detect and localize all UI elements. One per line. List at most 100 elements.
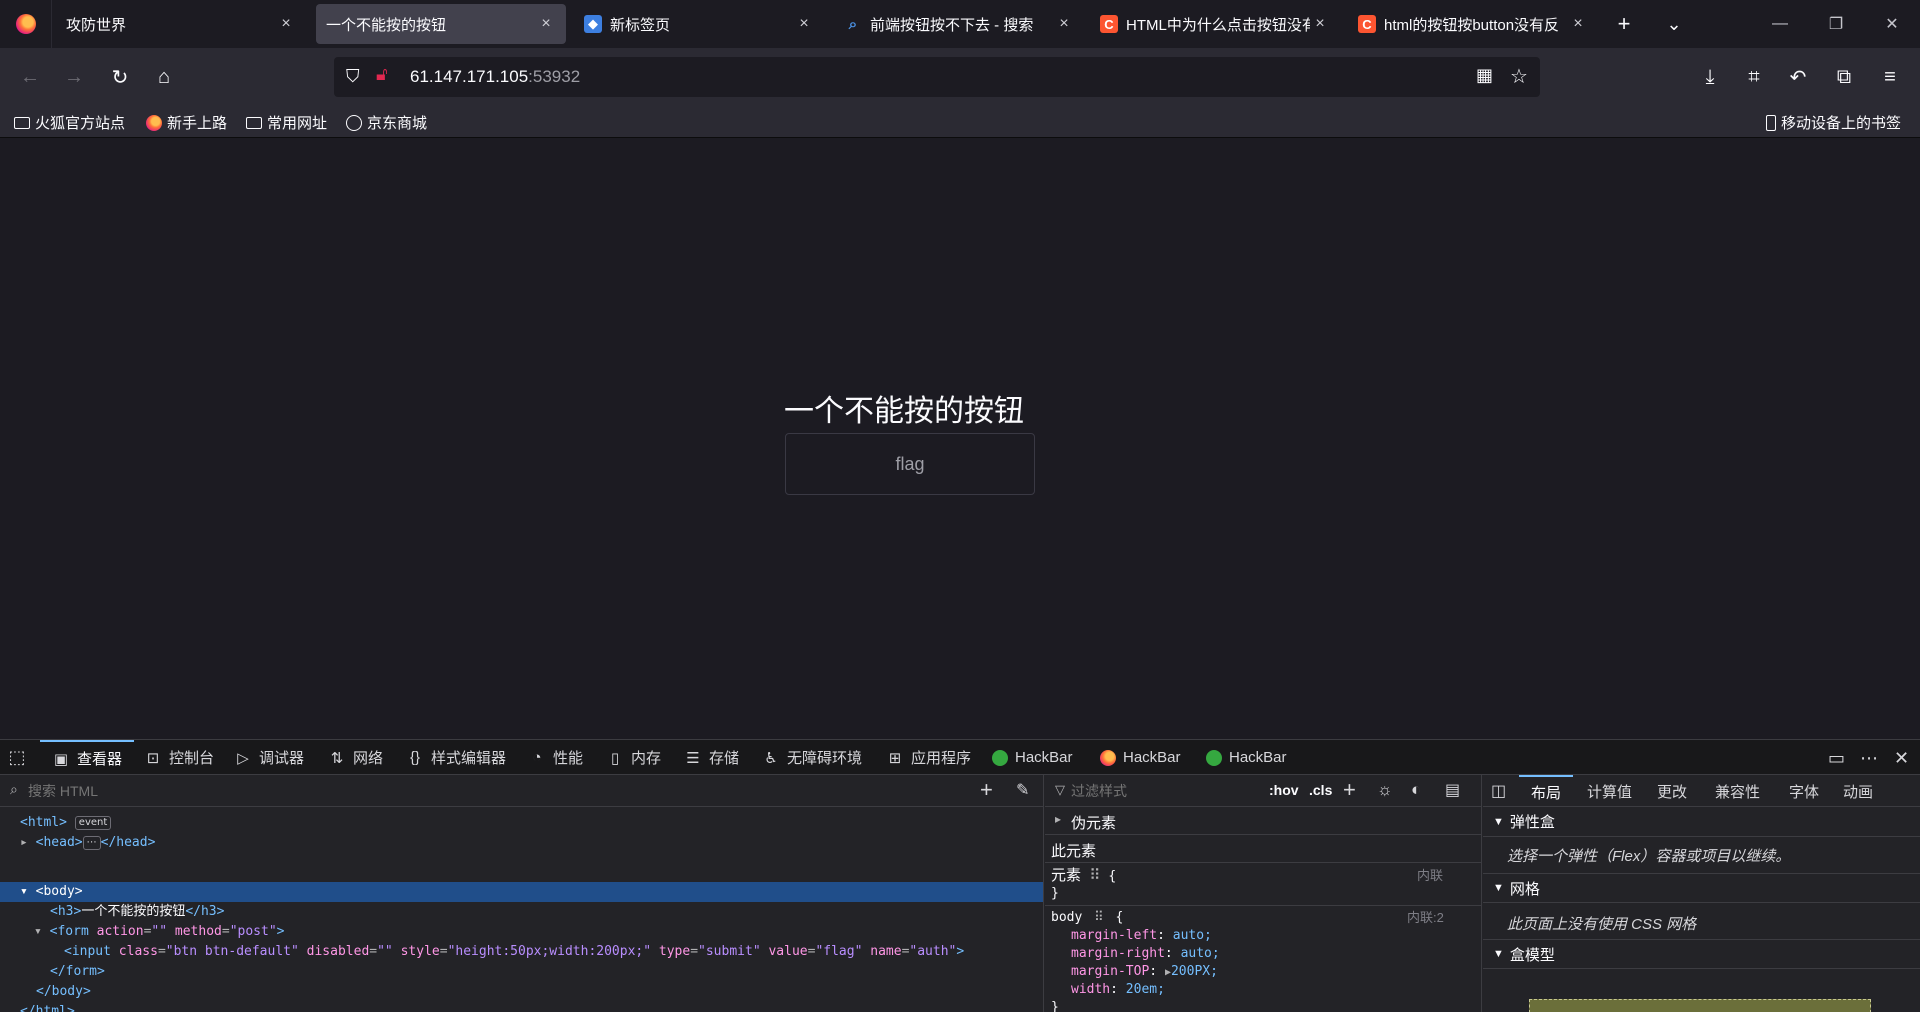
bookmark-star-icon[interactable]: ☆ — [1510, 64, 1528, 89]
bookmark-folder[interactable]: 火狐官方站点 — [14, 112, 125, 133]
forward-arrow-icon[interactable]: → — [58, 61, 90, 93]
browser-tab[interactable]: ⌕ 前端按钮按不下去 - 搜索 × — [834, 4, 1084, 44]
event-badge[interactable]: event — [74, 815, 112, 830]
body-rule-selector[interactable]: body ⠿ { — [1051, 909, 1123, 927]
tree-node-form[interactable]: ▾ <form action="" method="post"> — [34, 922, 285, 942]
light-scheme-sun-icon[interactable]: ☼ — [1377, 780, 1393, 800]
collapsed-badge[interactable]: ⋯ — [82, 835, 101, 850]
tree-node-input[interactable]: <input class="btn btn-default" disabled=… — [64, 942, 964, 962]
box-model-margin[interactable] — [1529, 999, 1871, 1012]
qr-code-icon[interactable]: ▦ — [1476, 65, 1493, 86]
tab-close-icon[interactable]: × — [536, 15, 556, 33]
tree-node-html[interactable]: <html> event — [20, 813, 112, 833]
home-icon[interactable]: ⌂ — [148, 61, 180, 93]
collapse-triangle-icon[interactable]: ▼ — [1493, 948, 1504, 960]
property-value[interactable]: auto; — [1181, 946, 1220, 961]
new-tab-plus-icon[interactable]: + — [1610, 10, 1638, 38]
declaration[interactable]: margin-left: auto; — [1071, 927, 1212, 945]
tab-performance[interactable]: ◔ 性能 — [528, 740, 583, 775]
tree-node-form-close[interactable]: </form> — [50, 962, 105, 982]
reload-icon[interactable]: ↻ — [104, 61, 136, 93]
pseudo-elements-row[interactable]: ▸ 伪元素 — [1045, 807, 1481, 835]
tab-close-icon[interactable]: × — [276, 15, 296, 33]
collapse-triangle-icon[interactable]: ▼ — [1493, 882, 1504, 894]
cls-toggle[interactable]: .cls — [1309, 782, 1332, 798]
restore-icon[interactable]: ❐ — [1808, 0, 1864, 48]
declaration[interactable]: width: 20em; — [1071, 981, 1165, 999]
tree-node-head[interactable]: ▸ <head> ⋯ </head> — [20, 833, 155, 853]
browser-tab[interactable]: 攻防世界 × — [56, 4, 306, 44]
property-value[interactable]: 200PX; — [1171, 964, 1218, 979]
rule-source[interactable]: 内联:2 — [1407, 909, 1444, 927]
tab-network[interactable]: ⇅ 网络 — [328, 740, 383, 775]
html-search-input[interactable] — [28, 780, 948, 802]
bookmark-item[interactable]: 京东商城 — [346, 112, 427, 133]
tree-node-h3[interactable]: <h3>一个不能按的按钮</h3> — [50, 902, 224, 922]
tab-storage[interactable]: ☰ 存储 — [684, 740, 739, 775]
extensions-puzzle-icon[interactable]: ⧉ — [1828, 61, 1860, 93]
tab-close-icon[interactable]: × — [1568, 15, 1588, 33]
add-rule-plus-icon[interactable]: + — [1343, 777, 1356, 803]
flexbox-section-header[interactable]: ▼ 弹性盒 — [1483, 807, 1920, 837]
expand-triangle-icon[interactable]: ▸ — [1055, 812, 1061, 826]
tracking-shield-icon[interactable]: ⛉ — [346, 66, 360, 87]
back-arrow-icon[interactable]: ← — [14, 61, 46, 93]
devtools-close-icon[interactable]: ✕ — [1894, 748, 1909, 769]
dock-side-icon[interactable]: ▭ — [1828, 748, 1845, 769]
property-value[interactable]: 20em; — [1126, 982, 1165, 997]
tree-node-body-close[interactable]: </body> — [36, 982, 91, 1002]
downloads-icon[interactable]: ⤓ — [1694, 61, 1726, 93]
minimize-icon[interactable]: — — [1752, 0, 1808, 48]
list-all-tabs-chevron-icon[interactable]: ⌄ — [1660, 10, 1688, 38]
insecure-lock-icon[interactable]: 🔓︎ — [376, 64, 388, 85]
property-name[interactable]: margin-right — [1071, 946, 1165, 961]
collapse-triangle-icon[interactable]: ▼ — [1493, 816, 1504, 828]
firefox-logo-icon[interactable] — [0, 0, 52, 48]
property-name[interactable]: margin-left — [1071, 928, 1157, 943]
flag-submit-button[interactable]: flag — [785, 433, 1035, 495]
tab-console[interactable]: ⊡ 控制台 — [144, 740, 214, 775]
grid-section-header[interactable]: ▼ 网格 — [1483, 873, 1920, 903]
tab-animations[interactable]: 动画 — [1843, 775, 1873, 807]
tab-close-icon[interactable]: × — [1310, 15, 1330, 33]
browser-tab-active[interactable]: 一个不能按的按钮 × — [316, 4, 566, 44]
rule-source[interactable]: 内联 — [1417, 867, 1443, 885]
declaration[interactable]: margin-right: auto; — [1071, 945, 1220, 963]
toggle-sidebar-icon[interactable]: ◫ — [1491, 781, 1506, 801]
url-bar[interactable]: ⛉ 🔓︎ 61.147.171.105:53932 ▦ ☆ — [334, 57, 1540, 97]
browser-tab[interactable]: C HTML中为什么点击按钮没有 × — [1090, 4, 1340, 44]
more-options-icon[interactable]: ⋯ — [1860, 748, 1878, 769]
expand-triangle-icon[interactable]: ▸ — [20, 835, 28, 850]
box-model-section-header[interactable]: ▼ 盒模型 — [1483, 939, 1920, 969]
url-text[interactable]: 61.147.171.105:53932 — [410, 67, 580, 87]
tab-application[interactable]: ⊞ 应用程序 — [886, 740, 971, 775]
collapse-triangle-icon[interactable]: ▾ — [34, 924, 42, 939]
bookmark-item[interactable]: 新手上路 — [146, 112, 227, 133]
tab-inspector[interactable]: ▣ 查看器 — [40, 740, 135, 775]
element-picker-icon[interactable]: ⬚ — [8, 740, 33, 775]
tab-hackbar-1[interactable]: HackBar — [992, 740, 1073, 775]
property-name[interactable]: margin-TOP — [1071, 964, 1149, 979]
eyedropper-icon[interactable]: ✎ — [1016, 780, 1029, 800]
tab-hackbar-2[interactable]: HackBar — [1100, 740, 1181, 775]
tab-computed[interactable]: 计算值 — [1587, 775, 1632, 807]
browser-tab[interactable]: ◆ 新标签页 × — [574, 4, 824, 44]
tab-close-icon[interactable]: × — [794, 15, 814, 33]
element-rule-selector[interactable]: 元素 ⠿ { — [1051, 867, 1116, 885]
print-media-icon[interactable]: ▤ — [1445, 780, 1460, 800]
tab-hackbar-3[interactable]: HackBar — [1206, 740, 1287, 775]
tab-memory[interactable]: ▯ 内存 — [606, 740, 661, 775]
mobile-bookmarks[interactable]: 移动设备上的书签 — [1766, 112, 1901, 133]
tree-node-html-close[interactable]: </html> — [20, 1002, 75, 1012]
window-close-icon[interactable]: ✕ — [1864, 0, 1920, 48]
undo-arrow-icon[interactable]: ↶ — [1782, 61, 1814, 93]
browser-tab[interactable]: C html的按钮按button没有反 × — [1348, 4, 1598, 44]
tree-node-body[interactable]: ▾ <body> — [20, 882, 83, 902]
tab-accessibility[interactable]: ♿︎ 无障碍环境 — [762, 740, 862, 775]
grid-dots-icon[interactable]: ⠿ — [1094, 910, 1104, 925]
tab-layout[interactable]: 布局 — [1519, 775, 1574, 807]
tab-fonts[interactable]: 字体 — [1789, 775, 1819, 807]
tab-close-icon[interactable]: × — [1054, 15, 1074, 33]
crop-screenshot-icon[interactable]: ⌗ — [1738, 61, 1770, 93]
property-value[interactable]: auto; — [1173, 928, 1212, 943]
